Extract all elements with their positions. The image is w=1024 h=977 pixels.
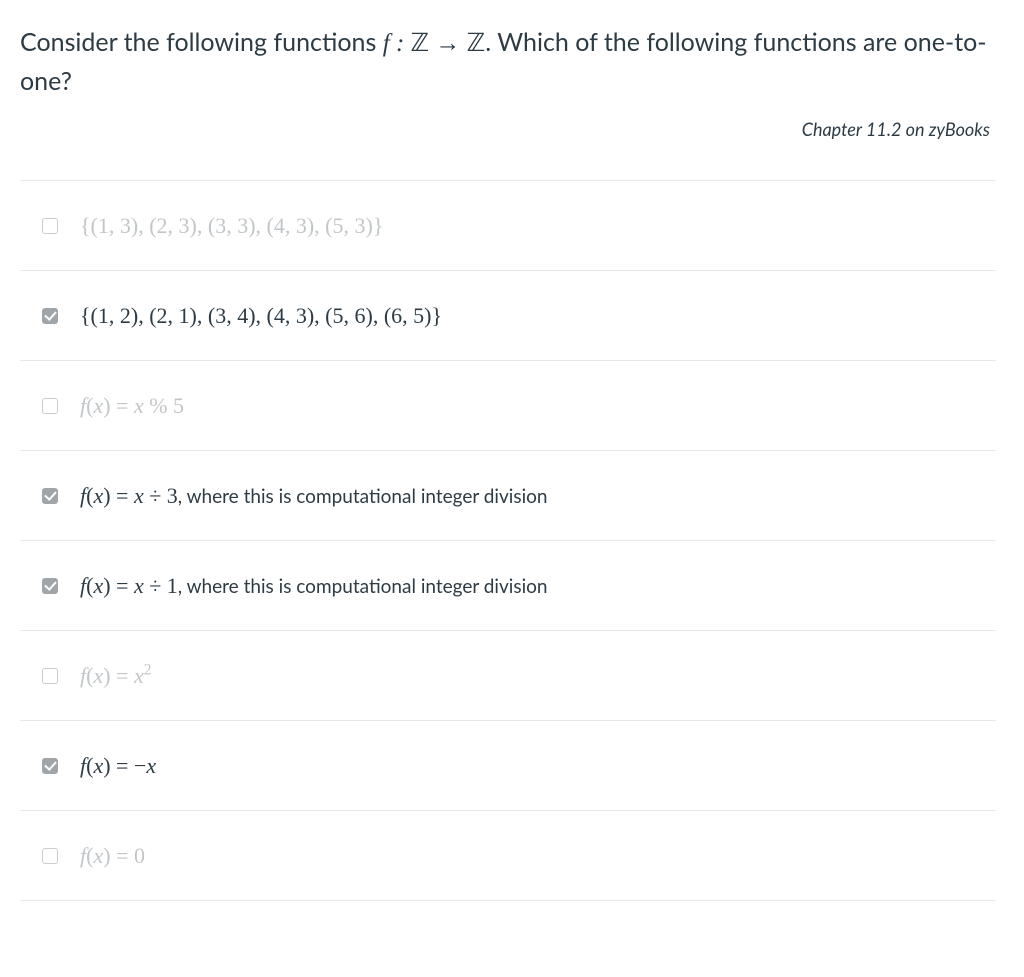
answer-content: f(x) = −x	[80, 753, 156, 779]
question-prefix: Consider the following functions	[20, 27, 383, 57]
answer-list: {(1, 3), (2, 3), (3, 3), (4, 3), (5, 3)}…	[20, 180, 996, 901]
answer-formula: f(x) = x ÷ 1	[80, 573, 178, 599]
answer-row: {(1, 3), (2, 3), (3, 3), (4, 3), (5, 3)}	[20, 181, 996, 271]
answer-checkbox[interactable]	[42, 488, 58, 504]
answer-formula: f(x) = x2	[80, 663, 151, 689]
answer-row: f(x) = 0	[20, 811, 996, 901]
answer-row: f(x) = x ÷ 1, where this is computationa…	[20, 541, 996, 631]
answer-content: f(x) = x2	[80, 663, 151, 689]
answer-checkbox[interactable]	[42, 758, 58, 774]
answer-checkbox[interactable]	[42, 308, 58, 324]
answer-row: f(x) = x2	[20, 631, 996, 721]
answer-set: {(1, 3), (2, 3), (3, 3), (4, 3), (5, 3)}	[80, 213, 383, 239]
question-stem: Consider the following functions f : ℤ →…	[20, 24, 996, 100]
answer-formula: f(x) = 0	[80, 843, 145, 869]
answer-content: f(x) = x ÷ 1, where this is computationa…	[80, 573, 548, 599]
question-func: f : ℤ → ℤ	[383, 30, 486, 57]
answer-row: f(x) = −x	[20, 721, 996, 811]
answer-row: {(1, 2), (2, 1), (3, 4), (4, 3), (5, 6),…	[20, 271, 996, 361]
answer-content: f(x) = x ÷ 3, where this is computationa…	[80, 483, 548, 509]
answer-set: {(1, 2), (2, 1), (3, 4), (4, 3), (5, 6),…	[80, 303, 442, 329]
answer-checkbox[interactable]	[42, 398, 58, 414]
answer-checkbox[interactable]	[42, 848, 58, 864]
answer-content: f(x) = x % 5	[80, 393, 184, 419]
reference-text: Chapter 11.2 on zyBooks	[20, 118, 996, 140]
answer-content: f(x) = 0	[80, 843, 145, 869]
answer-checkbox[interactable]	[42, 578, 58, 594]
answer-suffix: , where this is computational integer di…	[178, 575, 548, 598]
answer-content: {(1, 2), (2, 1), (3, 4), (4, 3), (5, 6),…	[80, 303, 442, 329]
answer-row: f(x) = x % 5	[20, 361, 996, 451]
answer-content: {(1, 3), (2, 3), (3, 3), (4, 3), (5, 3)}	[80, 213, 383, 239]
answer-row: f(x) = x ÷ 3, where this is computationa…	[20, 451, 996, 541]
answer-suffix: , where this is computational integer di…	[178, 485, 548, 508]
answer-checkbox[interactable]	[42, 668, 58, 684]
answer-formula: f(x) = x ÷ 3	[80, 483, 178, 509]
answer-checkbox[interactable]	[42, 218, 58, 234]
answer-formula: f(x) = x % 5	[80, 393, 184, 419]
answer-formula: f(x) = −x	[80, 753, 156, 779]
